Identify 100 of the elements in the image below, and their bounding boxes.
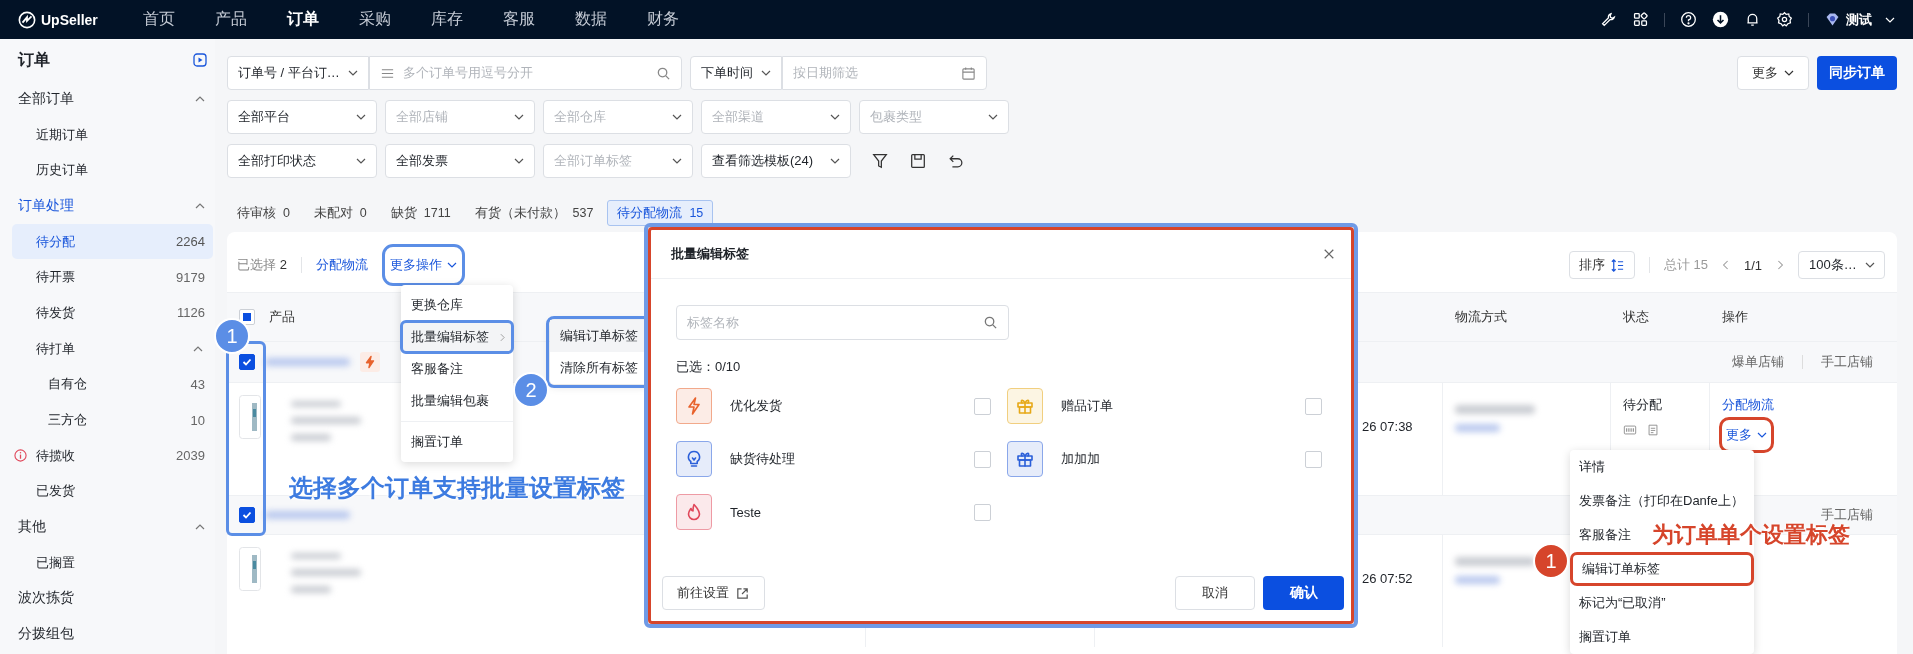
close-icon[interactable] <box>1323 248 1335 260</box>
sidebar-item[interactable]: 待分配 2264 <box>12 223 213 260</box>
diamond-avatar-icon <box>1824 11 1841 28</box>
chevron-up-icon <box>195 202 205 209</box>
filter-select[interactable]: 查看筛选模板(24) <box>701 144 851 178</box>
sidebar-item[interactable]: 全部订单 <box>0 81 215 117</box>
nav-tab[interactable]: 财务 <box>647 9 719 30</box>
menu-item[interactable]: 批量编辑包裹 <box>401 385 513 417</box>
row-checkbox[interactable] <box>239 354 255 370</box>
chevron-down-icon <box>672 158 682 164</box>
nav-tab[interactable]: 产品 <box>215 9 287 30</box>
more-dropdown-button[interactable]: 更多 <box>1726 424 1767 446</box>
sidebar-item[interactable]: 待发货 1126 <box>12 295 213 331</box>
menu-item[interactable]: 客服备注 <box>401 353 513 385</box>
search-icon <box>983 315 998 330</box>
nav-tab[interactable]: 数据 <box>575 9 647 30</box>
row-checkbox[interactable] <box>239 507 255 523</box>
sidebar-item[interactable]: 近期订单 <box>12 116 213 153</box>
chevron-right-icon <box>500 332 505 342</box>
sidebar-item[interactable]: 待打单 <box>12 330 213 367</box>
select-all-checkbox[interactable] <box>239 309 255 325</box>
status-tab[interactable]: 待分配物流 15 <box>607 200 714 226</box>
chevron-down-icon <box>1784 70 1794 76</box>
sidebar-item[interactable]: 自有仓 43 <box>12 366 213 403</box>
filter-select[interactable]: 全部打印状态 <box>227 144 377 178</box>
menu-item[interactable]: 更换仓库 <box>401 289 513 321</box>
page-size-select[interactable]: 100条… <box>1798 251 1885 279</box>
chevron-down-icon <box>446 262 457 268</box>
blurred-text <box>1455 424 1500 432</box>
filter-select[interactable]: 全部平台 <box>227 100 377 134</box>
menu-item[interactable]: 搁置订单 <box>401 426 513 458</box>
menu-item[interactable]: 客服备注 <box>1570 521 1640 549</box>
sidebar-item[interactable]: 历史订单 <box>12 152 213 189</box>
menu-item[interactable]: 编辑订单标签 <box>1573 555 1751 583</box>
chevron-down-icon <box>347 70 358 76</box>
tag-checkbox[interactable] <box>1305 450 1322 468</box>
assign-logistics-link[interactable]: 分配物流 <box>315 256 368 274</box>
more-button[interactable]: 更多 <box>1737 56 1809 90</box>
filter-select[interactable]: 下单时间 <box>689 56 782 90</box>
tag-name: 赠品订单 <box>1061 397 1114 415</box>
sync-orders-button[interactable]: 同步订单 <box>1817 56 1897 90</box>
more-actions-button[interactable]: 更多操作 <box>389 252 457 278</box>
chevron-down-icon <box>356 158 366 164</box>
status-tab[interactable]: 有货（未付款） 537 <box>464 200 604 226</box>
video-play-icon[interactable] <box>193 53 207 67</box>
go-to-settings-button[interactable]: 前往设置 <box>662 576 765 610</box>
sidebar-item[interactable]: 已发货 <box>12 473 213 510</box>
user-menu[interactable]: 测试 <box>1824 10 1895 29</box>
status-tab[interactable]: 待审核 0 <box>227 200 300 226</box>
sidebar-item[interactable]: 三方仓 10 <box>12 402 213 438</box>
nav-tab[interactable]: 库存 <box>431 9 503 30</box>
chevron-down-icon <box>988 114 998 120</box>
settings-icon[interactable] <box>1776 11 1793 28</box>
sidebar-item[interactable]: 已搁置 <box>12 544 213 581</box>
confirm-button[interactable]: 确认 <box>1263 576 1344 610</box>
blurred-text <box>291 586 331 593</box>
menu-item[interactable]: 搁置订单 <box>1570 623 1640 651</box>
filter-select[interactable]: 全部发票 <box>385 144 535 178</box>
nav-tab[interactable]: 订单 <box>287 9 359 30</box>
column-header: 产品 <box>269 308 295 326</box>
menu-item[interactable]: 批量编辑标签 <box>401 321 513 353</box>
save-icon[interactable] <box>909 152 927 170</box>
search-icon <box>655 65 671 81</box>
status-tab[interactable]: 缺货 1711 <box>380 200 461 226</box>
download-icon[interactable] <box>1712 11 1729 28</box>
help-icon[interactable] <box>1680 11 1697 28</box>
sidebar-item[interactable]: 其他 <box>0 509 215 545</box>
chevron-down-icon <box>514 114 524 120</box>
nav-tab[interactable]: 客服 <box>503 9 575 30</box>
chevron-down-icon <box>760 70 771 76</box>
chevron-up-icon <box>195 95 205 102</box>
sidebar-item[interactable]: 待开票 9179 <box>12 259 213 296</box>
wrench-icon[interactable] <box>1600 11 1617 28</box>
nav-tab[interactable]: 首页 <box>143 9 215 30</box>
chevron-down-icon <box>672 114 682 120</box>
assign-logistics-link[interactable]: 分配物流 <box>1722 396 1774 414</box>
menu-item[interactable]: 标记为“已取消” <box>1570 589 1675 617</box>
total-count: 总计 15 <box>1663 256 1708 274</box>
bell-icon[interactable] <box>1744 11 1761 28</box>
apps-grid-icon[interactable] <box>1632 11 1649 28</box>
tag-checkbox[interactable] <box>974 397 991 415</box>
sidebar-item[interactable]: 分拨组包 <box>0 616 215 652</box>
status-tab[interactable]: 未配对 0 <box>303 200 377 226</box>
sidebar-item[interactable]: 波次拣货 <box>0 580 215 617</box>
cancel-button[interactable]: 取消 <box>1175 576 1255 610</box>
sidebar-item[interactable]: 订单处理 <box>0 188 215 224</box>
sort-button[interactable]: 排序 <box>1568 251 1635 279</box>
filter-select[interactable]: 订单号 / 平台订… <box>227 56 369 90</box>
annotation-text: 选择多个订单支持批量设置标签 <box>289 473 625 503</box>
menu-item[interactable]: 发票备注（打印在Danfe上） <box>1570 487 1753 515</box>
chevron-down-icon <box>1885 16 1895 23</box>
sidebar-title: 订单 <box>18 49 50 70</box>
nav-tab[interactable]: 采购 <box>359 9 431 30</box>
tag-checkbox[interactable] <box>1305 397 1322 415</box>
undo-icon[interactable] <box>947 152 965 170</box>
tag-checkbox[interactable] <box>974 450 991 468</box>
sidebar-item[interactable]: 待揽收 2039 <box>12 437 213 474</box>
filter-icon[interactable] <box>871 152 889 170</box>
tag-checkbox[interactable] <box>974 503 991 521</box>
menu-item[interactable]: 详情 <box>1570 453 1614 481</box>
